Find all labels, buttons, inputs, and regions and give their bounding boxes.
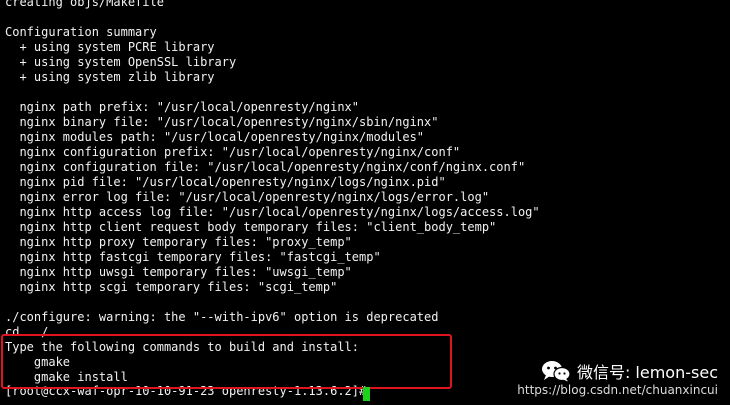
terminal-line: ./configure: warning: the "--with-ipv6" … xyxy=(5,310,439,324)
terminal-line: + using system zlib library xyxy=(5,70,215,84)
terminal-line: + using system PCRE library xyxy=(5,40,215,54)
terminal-line: nginx http scgi temporary files: "scgi_t… xyxy=(5,280,338,294)
terminal-line: nginx binary file: "/usr/local/openresty… xyxy=(5,115,439,129)
terminal-line: Configuration summary xyxy=(5,25,157,39)
terminal-line: nginx pid file: "/usr/local/openresty/ng… xyxy=(5,175,446,189)
terminal-line: nginx http proxy temporary files: "proxy… xyxy=(5,235,352,249)
terminal-window[interactable]: creating objs/Makefile Configuration summ… xyxy=(0,0,730,405)
watermark-handle: 微信号: lemon-sec xyxy=(576,363,718,382)
wechat-icon xyxy=(541,361,571,382)
watermark-url: https://blog.csdn.net/chuanxincui xyxy=(517,383,718,397)
terminal-cursor xyxy=(363,387,370,401)
highlight-box xyxy=(1,334,452,389)
terminal-line: creating objs/Makefile xyxy=(5,0,164,9)
watermark: 微信号: lemon-sec https://blog.csdn.net/chu… xyxy=(468,359,718,399)
terminal-line: nginx configuration file: "/usr/local/op… xyxy=(5,160,526,174)
watermark-row: 微信号: lemon-sec xyxy=(541,359,718,383)
terminal-line: nginx path prefix: "/usr/local/openresty… xyxy=(5,100,360,114)
terminal-line: nginx http fastcgi temporary files: "fas… xyxy=(5,250,381,264)
terminal-line: nginx http client request body temporary… xyxy=(5,220,497,234)
terminal-line: nginx http uwsgi temporary files: "uwsgi… xyxy=(5,265,352,279)
terminal-line: nginx http access log file: "/usr/local/… xyxy=(5,205,540,219)
terminal-line: nginx configuration prefix: "/usr/local/… xyxy=(5,145,461,159)
terminal-line: nginx error log file: "/usr/local/openre… xyxy=(5,190,490,204)
terminal-line: + using system OpenSSL library xyxy=(5,55,237,69)
terminal-line: nginx modules path: "/usr/local/openrest… xyxy=(5,130,425,144)
